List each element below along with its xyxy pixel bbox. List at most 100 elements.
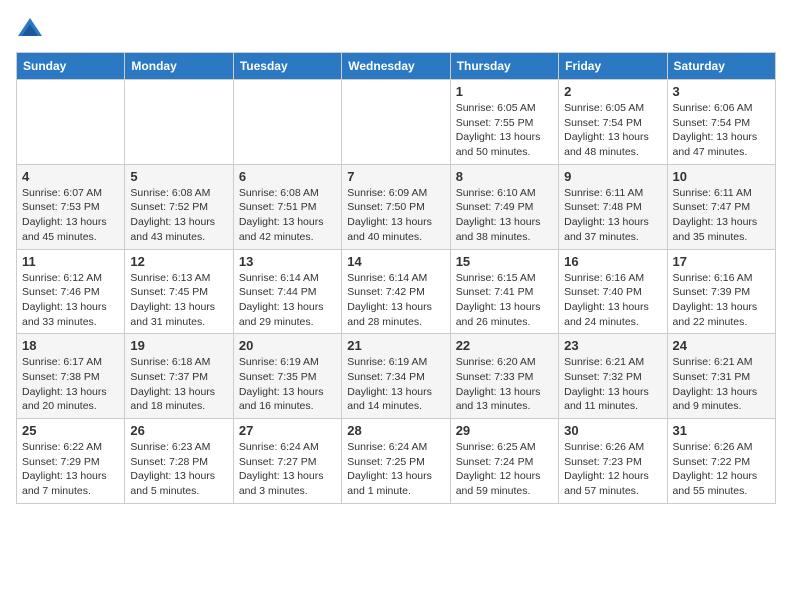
day-info: Sunrise: 6:06 AM Sunset: 7:54 PM Dayligh…	[673, 101, 770, 160]
calendar-cell: 2Sunrise: 6:05 AM Sunset: 7:54 PM Daylig…	[559, 80, 667, 165]
calendar-cell	[17, 80, 125, 165]
day-info: Sunrise: 6:17 AM Sunset: 7:38 PM Dayligh…	[22, 355, 119, 414]
page-header	[16, 16, 776, 44]
day-of-week-header: Thursday	[450, 53, 558, 80]
calendar-cell: 4 Sunrise: 6:07 AM Sunset: 7:53 PM Daylig…	[17, 164, 125, 249]
day-number: 19	[130, 338, 227, 353]
day-of-week-header: Monday	[125, 53, 233, 80]
calendar-cell: 13 Sunrise: 6:14 AM Sunset: 7:44 PM Dayli…	[233, 249, 341, 334]
day-number: 5	[130, 169, 227, 184]
day-info: Sunrise: 6:11 AM Sunset: 7:48 PM Dayligh…	[564, 186, 661, 245]
day-info: Sunrise: 6:26 AM Sunset: 7:22 PM Dayligh…	[673, 440, 770, 499]
day-info: Sunrise: 6:24 AM Sunset: 7:25 PM Dayligh…	[347, 440, 444, 499]
calendar-cell: 31Sunrise: 6:26 AM Sunset: 7:22 PM Dayli…	[667, 419, 775, 504]
day-info: Sunrise: 6:16 AM Sunset: 7:40 PM Dayligh…	[564, 271, 661, 330]
calendar-cell: 14 Sunrise: 6:14 AM Sunset: 7:42 PM Dayli…	[342, 249, 450, 334]
day-number: 29	[456, 423, 553, 438]
calendar-cell: 9 Sunrise: 6:11 AM Sunset: 7:48 PM Daylig…	[559, 164, 667, 249]
day-info: Sunrise: 6:21 AM Sunset: 7:32 PM Dayligh…	[564, 355, 661, 414]
day-info: Sunrise: 6:05 AM Sunset: 7:55 PM Dayligh…	[456, 101, 553, 160]
day-number: 11	[22, 254, 119, 269]
day-info: Sunrise: 6:25 AM Sunset: 7:24 PM Dayligh…	[456, 440, 553, 499]
day-number: 14	[347, 254, 444, 269]
day-number: 24	[673, 338, 770, 353]
day-number: 27	[239, 423, 336, 438]
day-number: 7	[347, 169, 444, 184]
calendar-body: 1 Sunrise: 6:05 AM Sunset: 7:55 PM Daylig…	[17, 80, 776, 504]
days-of-week-row: SundayMondayTuesdayWednesdayThursdayFrid…	[17, 53, 776, 80]
calendar-cell: 10 Sunrise: 6:11 AM Sunset: 7:47 PM Dayli…	[667, 164, 775, 249]
day-number: 21	[347, 338, 444, 353]
day-number: 17	[673, 254, 770, 269]
calendar-cell	[342, 80, 450, 165]
day-number: 30	[564, 423, 661, 438]
day-info: Sunrise: 6:11 AM Sunset: 7:47 PM Dayligh…	[673, 186, 770, 245]
day-info: Sunrise: 6:23 AM Sunset: 7:28 PM Dayligh…	[130, 440, 227, 499]
calendar-cell: 26 Sunrise: 6:23 AM Sunset: 7:28 PM Dayli…	[125, 419, 233, 504]
calendar-cell: 23 Sunrise: 6:21 AM Sunset: 7:32 PM Dayli…	[559, 334, 667, 419]
day-number: 25	[22, 423, 119, 438]
calendar-cell: 1 Sunrise: 6:05 AM Sunset: 7:55 PM Daylig…	[450, 80, 558, 165]
day-number: 28	[347, 423, 444, 438]
day-number: 23	[564, 338, 661, 353]
day-info: Sunrise: 6:08 AM Sunset: 7:51 PM Dayligh…	[239, 186, 336, 245]
day-of-week-header: Wednesday	[342, 53, 450, 80]
calendar-cell: 24 Sunrise: 6:21 AM Sunset: 7:31 PM Dayli…	[667, 334, 775, 419]
day-number: 9	[564, 169, 661, 184]
calendar-cell: 5 Sunrise: 6:08 AM Sunset: 7:52 PM Daylig…	[125, 164, 233, 249]
day-number: 10	[673, 169, 770, 184]
day-number: 13	[239, 254, 336, 269]
day-info: Sunrise: 6:26 AM Sunset: 7:23 PM Dayligh…	[564, 440, 661, 499]
calendar-cell: 15Sunrise: 6:15 AM Sunset: 7:41 PM Dayli…	[450, 249, 558, 334]
calendar-week-row: 25 Sunrise: 6:22 AM Sunset: 7:29 PM Dayli…	[17, 419, 776, 504]
day-info: Sunrise: 6:21 AM Sunset: 7:31 PM Dayligh…	[673, 355, 770, 414]
calendar-cell: 3 Sunrise: 6:06 AM Sunset: 7:54 PM Daylig…	[667, 80, 775, 165]
day-info: Sunrise: 6:08 AM Sunset: 7:52 PM Dayligh…	[130, 186, 227, 245]
calendar-week-row: 18 Sunrise: 6:17 AM Sunset: 7:38 PM Dayli…	[17, 334, 776, 419]
calendar-cell: 7 Sunrise: 6:09 AM Sunset: 7:50 PM Daylig…	[342, 164, 450, 249]
calendar-week-row: 1 Sunrise: 6:05 AM Sunset: 7:55 PM Daylig…	[17, 80, 776, 165]
logo	[16, 16, 48, 44]
calendar-cell: 11 Sunrise: 6:12 AM Sunset: 7:46 PM Dayli…	[17, 249, 125, 334]
day-number: 4	[22, 169, 119, 184]
day-number: 15	[456, 254, 553, 269]
calendar-cell: 12Sunrise: 6:13 AM Sunset: 7:45 PM Dayli…	[125, 249, 233, 334]
day-info: Sunrise: 6:22 AM Sunset: 7:29 PM Dayligh…	[22, 440, 119, 499]
day-of-week-header: Sunday	[17, 53, 125, 80]
calendar-cell: 21 Sunrise: 6:19 AM Sunset: 7:34 PM Dayli…	[342, 334, 450, 419]
calendar-cell: 27 Sunrise: 6:24 AM Sunset: 7:27 PM Dayli…	[233, 419, 341, 504]
day-number: 26	[130, 423, 227, 438]
calendar-cell: 22 Sunrise: 6:20 AM Sunset: 7:33 PM Dayli…	[450, 334, 558, 419]
logo-icon	[16, 16, 44, 44]
calendar-cell: 8Sunrise: 6:10 AM Sunset: 7:49 PM Daylig…	[450, 164, 558, 249]
day-info: Sunrise: 6:12 AM Sunset: 7:46 PM Dayligh…	[22, 271, 119, 330]
day-info: Sunrise: 6:24 AM Sunset: 7:27 PM Dayligh…	[239, 440, 336, 499]
calendar-cell: 29 Sunrise: 6:25 AM Sunset: 7:24 PM Dayli…	[450, 419, 558, 504]
day-of-week-header: Saturday	[667, 53, 775, 80]
day-number: 1	[456, 84, 553, 99]
day-number: 18	[22, 338, 119, 353]
calendar-cell: 6 Sunrise: 6:08 AM Sunset: 7:51 PM Daylig…	[233, 164, 341, 249]
day-of-week-header: Friday	[559, 53, 667, 80]
day-number: 6	[239, 169, 336, 184]
day-info: Sunrise: 6:05 AM Sunset: 7:54 PM Dayligh…	[564, 101, 661, 160]
day-info: Sunrise: 6:14 AM Sunset: 7:44 PM Dayligh…	[239, 271, 336, 330]
day-info: Sunrise: 6:07 AM Sunset: 7:53 PM Dayligh…	[22, 186, 119, 245]
calendar-cell: 19 Sunrise: 6:18 AM Sunset: 7:37 PM Dayli…	[125, 334, 233, 419]
day-info: Sunrise: 6:18 AM Sunset: 7:37 PM Dayligh…	[130, 355, 227, 414]
calendar-cell: 18 Sunrise: 6:17 AM Sunset: 7:38 PM Dayli…	[17, 334, 125, 419]
day-info: Sunrise: 6:19 AM Sunset: 7:35 PM Dayligh…	[239, 355, 336, 414]
day-info: Sunrise: 6:09 AM Sunset: 7:50 PM Dayligh…	[347, 186, 444, 245]
calendar-header: SundayMondayTuesdayWednesdayThursdayFrid…	[17, 53, 776, 80]
day-info: Sunrise: 6:13 AM Sunset: 7:45 PM Dayligh…	[130, 271, 227, 330]
day-info: Sunrise: 6:10 AM Sunset: 7:49 PM Dayligh…	[456, 186, 553, 245]
day-info: Sunrise: 6:19 AM Sunset: 7:34 PM Dayligh…	[347, 355, 444, 414]
calendar-week-row: 11 Sunrise: 6:12 AM Sunset: 7:46 PM Dayli…	[17, 249, 776, 334]
day-number: 3	[673, 84, 770, 99]
day-info: Sunrise: 6:20 AM Sunset: 7:33 PM Dayligh…	[456, 355, 553, 414]
day-info: Sunrise: 6:14 AM Sunset: 7:42 PM Dayligh…	[347, 271, 444, 330]
calendar-cell: 16 Sunrise: 6:16 AM Sunset: 7:40 PM Dayli…	[559, 249, 667, 334]
day-number: 16	[564, 254, 661, 269]
day-number: 22	[456, 338, 553, 353]
calendar-cell: 28 Sunrise: 6:24 AM Sunset: 7:25 PM Dayli…	[342, 419, 450, 504]
